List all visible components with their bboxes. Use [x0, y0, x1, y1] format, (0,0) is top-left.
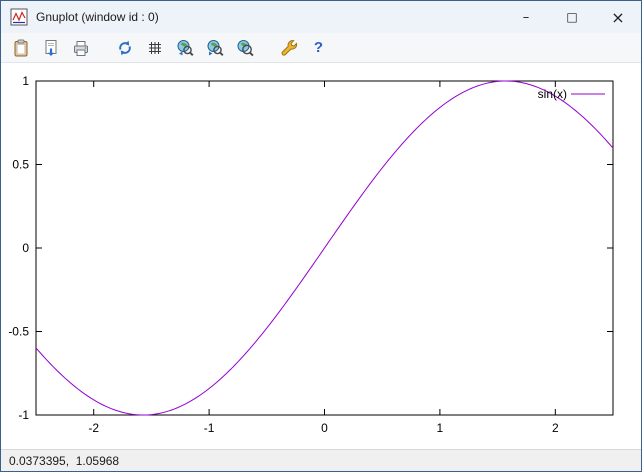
- statusbar: 0.0373395, 1.05968: [1, 449, 641, 471]
- toolbar-separator: [97, 35, 108, 61]
- series-line: [35, 80, 614, 416]
- maximize-button[interactable]: □: [549, 1, 595, 33]
- toolbar-separator: [261, 35, 272, 61]
- printer-icon: [73, 40, 88, 56]
- clipboard-icon: [14, 39, 27, 56]
- zoom-next-icon: [207, 39, 224, 56]
- help-button[interactable]: ?: [305, 35, 332, 61]
- x-tick-label: 1: [437, 421, 444, 435]
- legend-label: sin(x): [538, 87, 567, 101]
- wrench-icon: [281, 39, 297, 56]
- gnuplot-window-icon: [10, 8, 28, 26]
- mouse-coordinates: 0.0373395, 1.05968: [9, 453, 120, 468]
- close-button[interactable]: ×: [595, 1, 641, 33]
- gnuplot-window: Gnuplot (window id : 0) – □ × ? -2 -1 0 …: [0, 0, 642, 472]
- copy-clipboard-button[interactable]: [7, 35, 34, 61]
- sine-plot-canvas[interactable]: -2 -1 0 1 2 -1 -0.5 0 0.5 1 sin(x): [1, 63, 641, 449]
- y-tick-label: 0: [22, 241, 29, 255]
- titlebar[interactable]: Gnuplot (window id : 0) – □ ×: [1, 1, 641, 33]
- help-icon: ?: [313, 39, 324, 56]
- y-tick-label: -1: [18, 408, 29, 422]
- x-tick-label: -2: [88, 421, 99, 435]
- x-tick-label: -1: [204, 421, 215, 435]
- zoom-previous-button[interactable]: [171, 35, 198, 61]
- y-tick-label: -0.5: [8, 325, 29, 339]
- plot-area[interactable]: -2 -1 0 1 2 -1 -0.5 0 0.5 1 sin(x): [1, 63, 641, 449]
- y-tick-label: 1: [22, 74, 29, 88]
- toggle-grid-button[interactable]: [141, 35, 168, 61]
- replot-button[interactable]: [111, 35, 138, 61]
- zoom-previous-icon: [177, 39, 194, 56]
- y-tick-label: 0.5: [12, 158, 29, 172]
- save-icon: [45, 39, 56, 56]
- window-title: Gnuplot (window id : 0): [36, 10, 159, 24]
- print-button[interactable]: [67, 35, 94, 61]
- configure-button[interactable]: [275, 35, 302, 61]
- replot-icon: [118, 40, 131, 55]
- grid-icon: [148, 41, 161, 54]
- x-tick-label: 2: [552, 421, 559, 435]
- unzoom-icon: [237, 39, 254, 56]
- save-button[interactable]: [37, 35, 64, 61]
- window-controls: – □ ×: [503, 1, 641, 33]
- minimize-button[interactable]: –: [503, 1, 549, 33]
- toolbar: ?: [1, 33, 641, 63]
- unzoom-button[interactable]: [231, 35, 258, 61]
- zoom-next-button[interactable]: [201, 35, 228, 61]
- x-tick-label: 0: [321, 421, 328, 435]
